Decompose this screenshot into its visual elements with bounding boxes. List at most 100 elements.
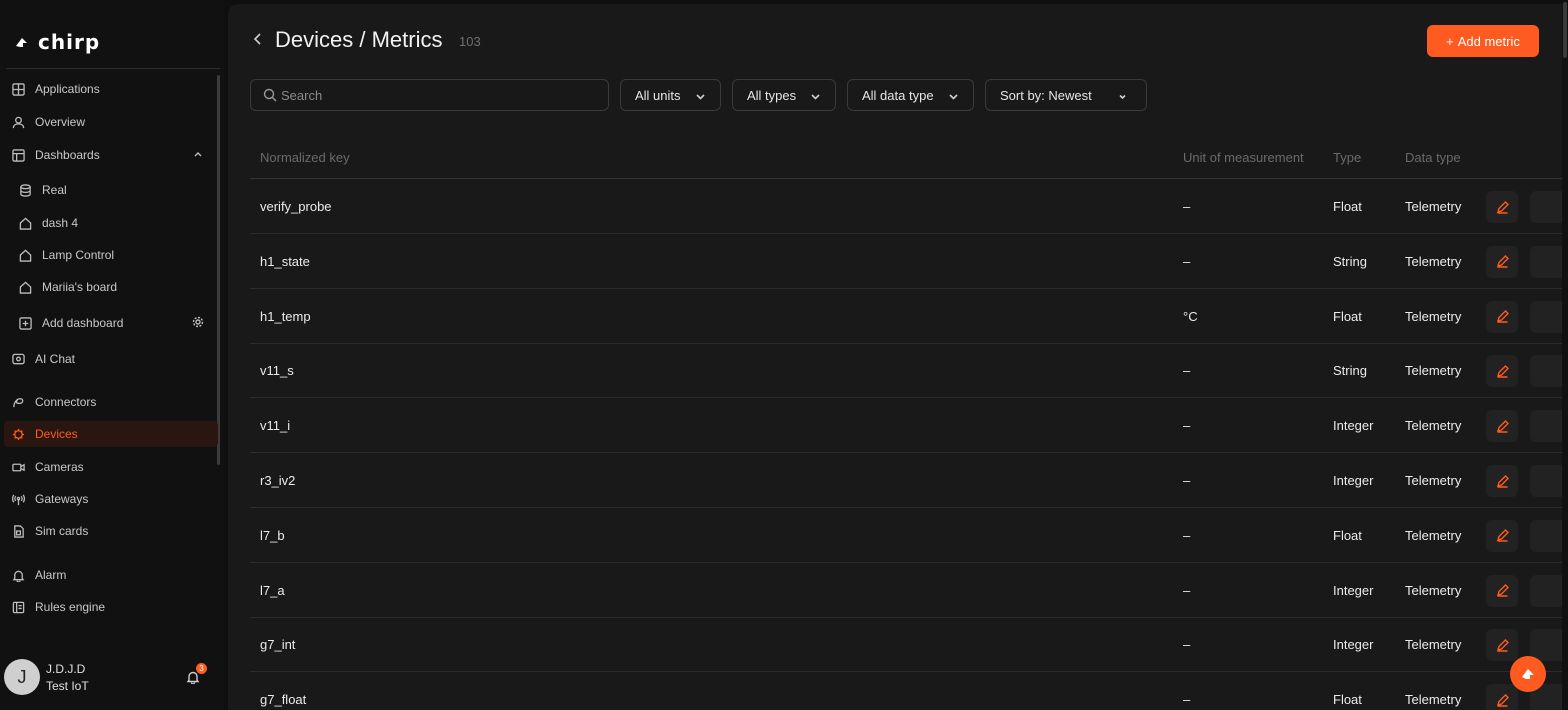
cell-type: String [1333,253,1367,269]
pencil-icon [1496,200,1509,214]
row-actions-button[interactable] [1530,574,1562,607]
edit-button[interactable] [1486,300,1518,333]
cell-type: String [1333,363,1367,379]
sort-dropdown[interactable]: Sort by: Newest [985,79,1147,111]
column-header-normalized-key[interactable]: Normalized key [260,150,350,165]
sidebar-item-applications[interactable]: Applications [4,76,218,102]
edit-button[interactable] [1486,519,1518,552]
sidebar-item-connectors[interactable]: Connectors [4,389,218,415]
column-header-data-type[interactable]: Data type [1405,150,1461,165]
row-actions-button[interactable] [1530,519,1562,552]
back-chevron-icon[interactable] [252,32,266,48]
chevron-up-icon[interactable] [192,148,206,162]
sidebar-item-alarm[interactable]: Alarm [4,562,218,588]
cell-data-type: Telemetry [1405,527,1462,543]
sidebar-item-gateways[interactable]: Gateways [4,486,218,512]
table-row[interactable]: v11_s – String Telemetry [250,343,1562,399]
sidebar-item-label: Real [42,183,67,197]
brand-logo[interactable]: chirp [14,30,100,54]
sidebar-item-overview[interactable]: Overview [4,109,218,135]
sidebar-item-dash-4[interactable]: dash 4 [4,210,218,236]
cell-unit: °C [1183,308,1198,324]
types-filter-dropdown[interactable]: All types [732,79,836,111]
avatar[interactable]: J [4,659,40,695]
notification-count-badge: 3 [196,663,207,674]
user-profile[interactable]: J J.D.J.D Test IoT 3 [4,658,216,698]
sidebar-item-label: Overview [35,115,86,129]
gateway-icon [11,492,25,506]
types-filter-label: All types [747,87,797,103]
edit-button[interactable] [1486,684,1518,710]
edit-button[interactable] [1486,245,1518,278]
cell-normalized-key: l7_b [260,527,285,543]
sidebar-item-real[interactable]: Real [4,177,218,203]
cell-data-type: Telemetry [1405,637,1462,653]
search-field[interactable] [250,79,609,111]
page-scrollbar-thumb[interactable] [1563,2,1567,58]
page-scrollbar[interactable] [1562,0,1568,710]
table-row[interactable]: h1_temp °C Float Telemetry [250,289,1562,344]
edit-button[interactable] [1486,355,1518,388]
sidebar-item-label: Applications [35,82,100,96]
table-row[interactable]: h1_state – String Telemetry [250,234,1562,289]
data-type-filter-label: All data type [862,87,934,103]
table-row[interactable]: verify_probe – Float Telemetry [250,179,1562,234]
home-icon [18,248,32,262]
cell-type: Integer [1333,473,1374,488]
sidebar-item-add-dashboard[interactable]: Add dashboard [4,310,218,336]
column-header-unit[interactable]: Unit of measurement [1183,150,1304,165]
table-row[interactable]: l7_a – Integer Telemetry [250,563,1562,618]
edit-button[interactable] [1486,410,1518,443]
sidebar-item-label: Alarm [35,568,67,582]
plus-icon: + [1446,33,1454,49]
edit-button[interactable] [1486,465,1518,497]
cell-type: Float [1333,308,1362,324]
cell-type: Integer [1333,582,1374,598]
plus-square-icon [18,316,32,330]
cell-unit: – [1183,253,1191,269]
sidebar-item-mariias-board[interactable]: Mariia's board [4,274,218,300]
chevron-down-icon [1117,90,1128,101]
cell-unit: – [1183,418,1191,434]
cell-type: Float [1333,692,1362,708]
sidebar-item-devices[interactable]: Devices [4,421,218,447]
table-row[interactable]: v11_i – Integer Telemetry [250,398,1562,454]
row-actions-button[interactable] [1530,355,1562,388]
edit-button[interactable] [1486,629,1518,662]
table-row[interactable]: g7_float – Float Telemetry [250,672,1562,710]
row-actions-button[interactable] [1530,300,1562,333]
cell-data-type: Telemetry [1405,253,1462,269]
chat-support-button[interactable] [1510,656,1546,692]
chevron-down-icon [695,90,706,101]
cell-unit: – [1183,692,1191,708]
cell-type: Integer [1333,418,1374,434]
cell-unit: – [1183,473,1191,488]
table-row[interactable]: r3_iv2 – Integer Telemetry [250,453,1562,508]
sidebar-item-label: Connectors [35,395,97,409]
table-row[interactable]: g7_int – Integer Telemetry [250,617,1562,673]
sidebar-item-label: Add dashboard [42,316,124,330]
row-actions-button[interactable] [1530,191,1562,223]
edit-button[interactable] [1486,191,1518,223]
row-actions-button[interactable] [1530,245,1562,278]
connector-icon [11,395,25,409]
column-header-type[interactable]: Type [1333,150,1361,165]
search-input[interactable] [281,87,581,103]
sidebar-item-cameras[interactable]: Cameras [4,454,218,480]
table-row[interactable]: l7_b – Float Telemetry [250,508,1562,563]
sidebar-item-label: Gateways [35,492,89,506]
data-type-filter-dropdown[interactable]: All data type [847,79,974,111]
add-metric-button[interactable]: + Add metric [1427,25,1539,57]
units-filter-dropdown[interactable]: All units [620,79,721,111]
sidebar-item-lamp-control[interactable]: Lamp Control [4,242,218,268]
sidebar-item-rules-engine[interactable]: Rules engine [4,594,218,620]
sidebar-item-dashboards[interactable]: Dashboards [4,142,218,168]
edit-button[interactable] [1486,574,1518,607]
gear-icon[interactable] [192,316,206,330]
sidebar-item-sim-cards[interactable]: Sim cards [4,518,218,544]
cell-normalized-key: verify_probe [260,199,332,214]
row-actions-button[interactable] [1530,465,1562,497]
sidebar: chirp Applications Overview Dashboards R… [0,0,224,710]
row-actions-button[interactable] [1530,410,1562,443]
sidebar-item-ai-chat[interactable]: AI Chat [4,346,218,372]
